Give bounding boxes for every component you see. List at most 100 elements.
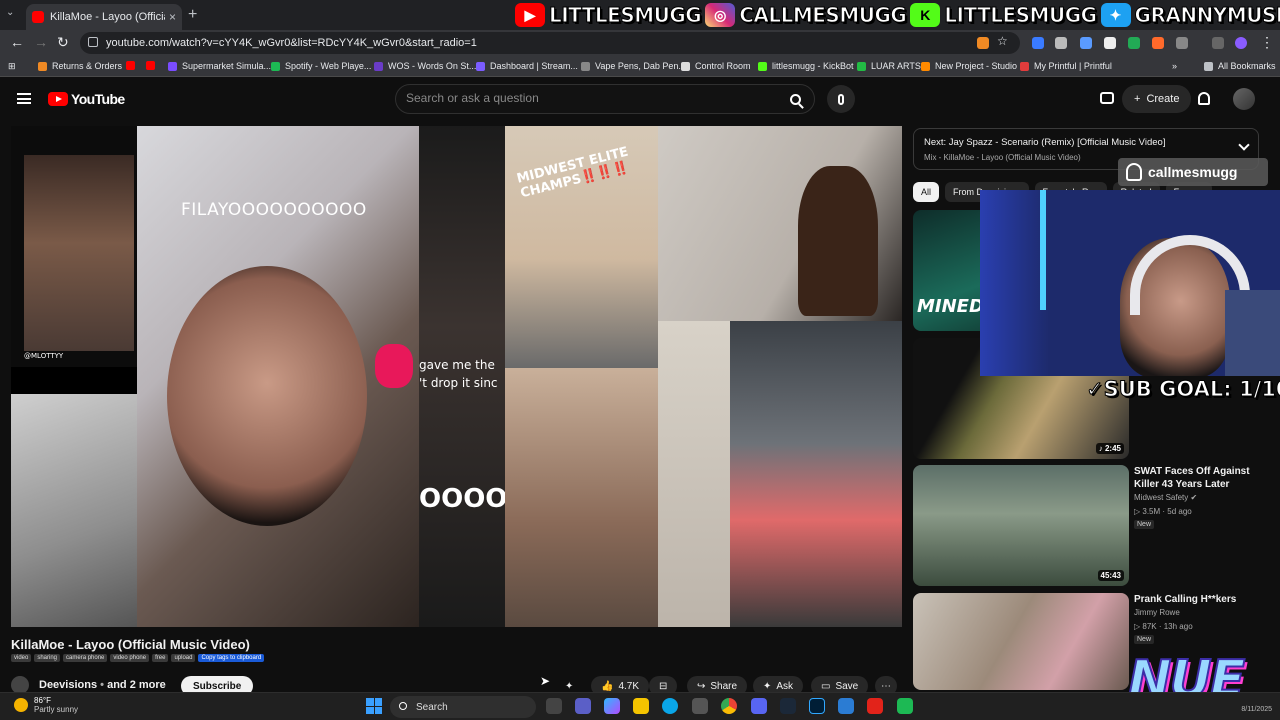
bookmark-item[interactable]: Control Room bbox=[681, 61, 751, 71]
taskbar-search[interactable]: Search bbox=[390, 696, 536, 718]
apps-grid-icon[interactable]: ⊞ bbox=[8, 61, 16, 72]
bookmark-item[interactable]: Supermarket Simula... bbox=[168, 61, 271, 71]
bookmark-label: LUAR ARTS bbox=[871, 61, 921, 71]
all-bookmarks-folder[interactable]: All Bookmarks bbox=[1204, 61, 1276, 71]
extension-icon[interactable] bbox=[1128, 37, 1140, 49]
discord-icon[interactable] bbox=[751, 698, 767, 714]
bookmark-label: Dashboard | Stream... bbox=[490, 61, 578, 71]
bookmark-favicon-icon bbox=[374, 61, 383, 71]
chrome-icon[interactable] bbox=[721, 698, 737, 714]
bookmark-favicon-icon bbox=[271, 61, 280, 71]
filter-chip[interactable]: All bbox=[913, 182, 940, 202]
and-more-text: and 2 more bbox=[107, 679, 166, 691]
bookmark-item[interactable]: Returns & Orders bbox=[38, 61, 122, 71]
recommendation-thumbnail[interactable]: 45:43 bbox=[913, 465, 1129, 586]
bookmark-item[interactable]: littlesmugg - KickBot bbox=[758, 61, 854, 71]
windows-start-icon[interactable] bbox=[366, 698, 382, 714]
photoshop-icon[interactable] bbox=[809, 698, 825, 714]
tab-title: KillaMoe - Layoo (Official M bbox=[50, 11, 165, 23]
notepad-icon[interactable] bbox=[838, 698, 854, 714]
bookmark-item[interactable]: Dashboard | Stream... bbox=[476, 61, 578, 71]
bookmark-favicon-icon bbox=[758, 61, 767, 71]
extension-icon[interactable] bbox=[1032, 37, 1044, 49]
steam-icon[interactable] bbox=[780, 698, 796, 714]
teams-icon[interactable] bbox=[575, 698, 591, 714]
copilot-icon[interactable] bbox=[604, 698, 620, 714]
more-bookmarks-icon[interactable]: » bbox=[1172, 61, 1177, 71]
reading-list-icon[interactable] bbox=[1212, 37, 1224, 49]
recommendation-channel[interactable]: Midwest Safety ✔ bbox=[1134, 493, 1197, 502]
youtube-logo-text: YouTube bbox=[71, 91, 125, 107]
search-button[interactable] bbox=[776, 85, 814, 113]
extension-icon[interactable] bbox=[1055, 37, 1067, 49]
file-explorer-icon[interactable] bbox=[633, 698, 649, 714]
ask-label: Ask bbox=[776, 680, 794, 692]
bookmark-favicon-icon bbox=[581, 61, 590, 71]
video-title: KillaMoe - Layoo (Official Music Video) bbox=[11, 637, 250, 652]
extension-icon[interactable] bbox=[1152, 37, 1164, 49]
channel-row: Deevisions • and 2 more Subscribe ✦ 👍 4.7… bbox=[11, 674, 902, 696]
tab-close-icon[interactable]: × bbox=[169, 10, 176, 24]
bookmark-item[interactable] bbox=[146, 61, 160, 70]
app-icon[interactable] bbox=[867, 698, 883, 714]
search-input[interactable] bbox=[406, 91, 776, 105]
copy-tags-button[interactable]: Copy tags to clipboard bbox=[198, 654, 265, 662]
store-icon[interactable] bbox=[692, 698, 708, 714]
profile-avatar-icon[interactable] bbox=[1235, 37, 1247, 49]
watermark-text: @MLOTTYY bbox=[24, 352, 64, 360]
app-icon[interactable] bbox=[897, 698, 913, 714]
recommendation-title[interactable]: SWAT Faces Off Against Killer 43 Years L… bbox=[1134, 465, 1254, 491]
back-arrow-icon[interactable]: ← bbox=[10, 34, 24, 50]
search-box bbox=[395, 84, 815, 114]
video-collage-panel bbox=[730, 321, 902, 627]
extensions-puzzle-icon[interactable] bbox=[1176, 37, 1188, 49]
bookmark-item[interactable]: LUAR ARTS bbox=[857, 61, 921, 71]
voice-search-button[interactable] bbox=[827, 85, 855, 113]
taskbar-date: 8/11/2025 bbox=[1241, 706, 1272, 713]
bookmark-item[interactable] bbox=[126, 61, 140, 70]
bookmark-item[interactable]: My Printful | Printful bbox=[1020, 61, 1112, 71]
new-tab-button[interactable]: + bbox=[188, 6, 197, 24]
chevron-down-icon[interactable] bbox=[1238, 139, 1250, 151]
video-collage-panel: @MLOTTYY bbox=[11, 126, 137, 367]
channel-name[interactable]: Deevisions • and 2 more bbox=[39, 679, 166, 691]
youtube-logo[interactable]: YouTube bbox=[48, 91, 125, 107]
chrome-menu-icon[interactable]: ⋮ bbox=[1260, 34, 1274, 51]
video-caption: 't drop it sinc bbox=[419, 376, 498, 390]
cast-icon[interactable] bbox=[1100, 92, 1114, 104]
edge-icon[interactable] bbox=[662, 698, 678, 714]
recommendation-thumbnail[interactable] bbox=[913, 593, 1129, 690]
bookmark-item[interactable]: New Project - Studio bbox=[921, 61, 1017, 71]
extension-icon[interactable] bbox=[977, 37, 989, 49]
forward-arrow-icon[interactable]: → bbox=[34, 34, 48, 50]
bookmark-item[interactable]: Vape Pens, Dab Pen... bbox=[581, 61, 686, 71]
extension-icon[interactable] bbox=[1080, 37, 1092, 49]
recommendation-channel[interactable]: Jimmy Rowe bbox=[1134, 608, 1180, 617]
create-button[interactable]: + Create bbox=[1122, 85, 1192, 113]
notifications-bell-icon[interactable] bbox=[1198, 92, 1210, 105]
extension-icon[interactable] bbox=[1104, 37, 1116, 49]
youtube-favicon-icon bbox=[32, 11, 44, 23]
verified-check-icon: ✔ bbox=[1190, 493, 1198, 502]
video-caption: FILAYOOOOOOOOOO bbox=[181, 200, 367, 220]
video-player[interactable]: @MLOTTYY FILAYOOOOOOOOOO gave me the 't … bbox=[11, 126, 902, 627]
task-view-icon[interactable] bbox=[546, 698, 562, 714]
address-bar[interactable]: youtube.com/watch?v=cYY4K_wGvr0&list=RDc… bbox=[80, 32, 1020, 54]
bookmark-favicon-icon bbox=[921, 61, 930, 71]
bookmark-star-icon[interactable]: ☆ bbox=[997, 34, 1008, 48]
recommendation-title[interactable]: Prank Calling H**kers bbox=[1134, 593, 1254, 606]
verified-icon: • bbox=[100, 679, 105, 691]
browser-tab-active[interactable]: KillaMoe - Layoo (Official M × bbox=[26, 4, 182, 30]
weather-widget[interactable]: 86°F Partly sunny bbox=[14, 696, 78, 714]
bookmark-item[interactable]: WOS - Words On St... bbox=[374, 61, 476, 71]
menu-hamburger-icon[interactable] bbox=[17, 93, 31, 104]
video-tag: free bbox=[152, 654, 169, 662]
account-avatar[interactable] bbox=[1233, 88, 1255, 110]
site-info-icon[interactable] bbox=[88, 37, 98, 47]
bookmark-item[interactable]: Spotify - Web Playe... bbox=[271, 61, 371, 71]
social-handle: GRANNYMUSLIM bbox=[1134, 3, 1280, 28]
reload-icon[interactable]: ↻ bbox=[57, 34, 69, 51]
tab-search-icon[interactable]: ⌄ bbox=[6, 7, 14, 18]
stream-social-banner: ▶ LITTLESMUGG ◎ CALLMESMUGG K LITTLESMUG… bbox=[515, 0, 1280, 30]
video-caption: OOOOC bbox=[419, 484, 505, 514]
